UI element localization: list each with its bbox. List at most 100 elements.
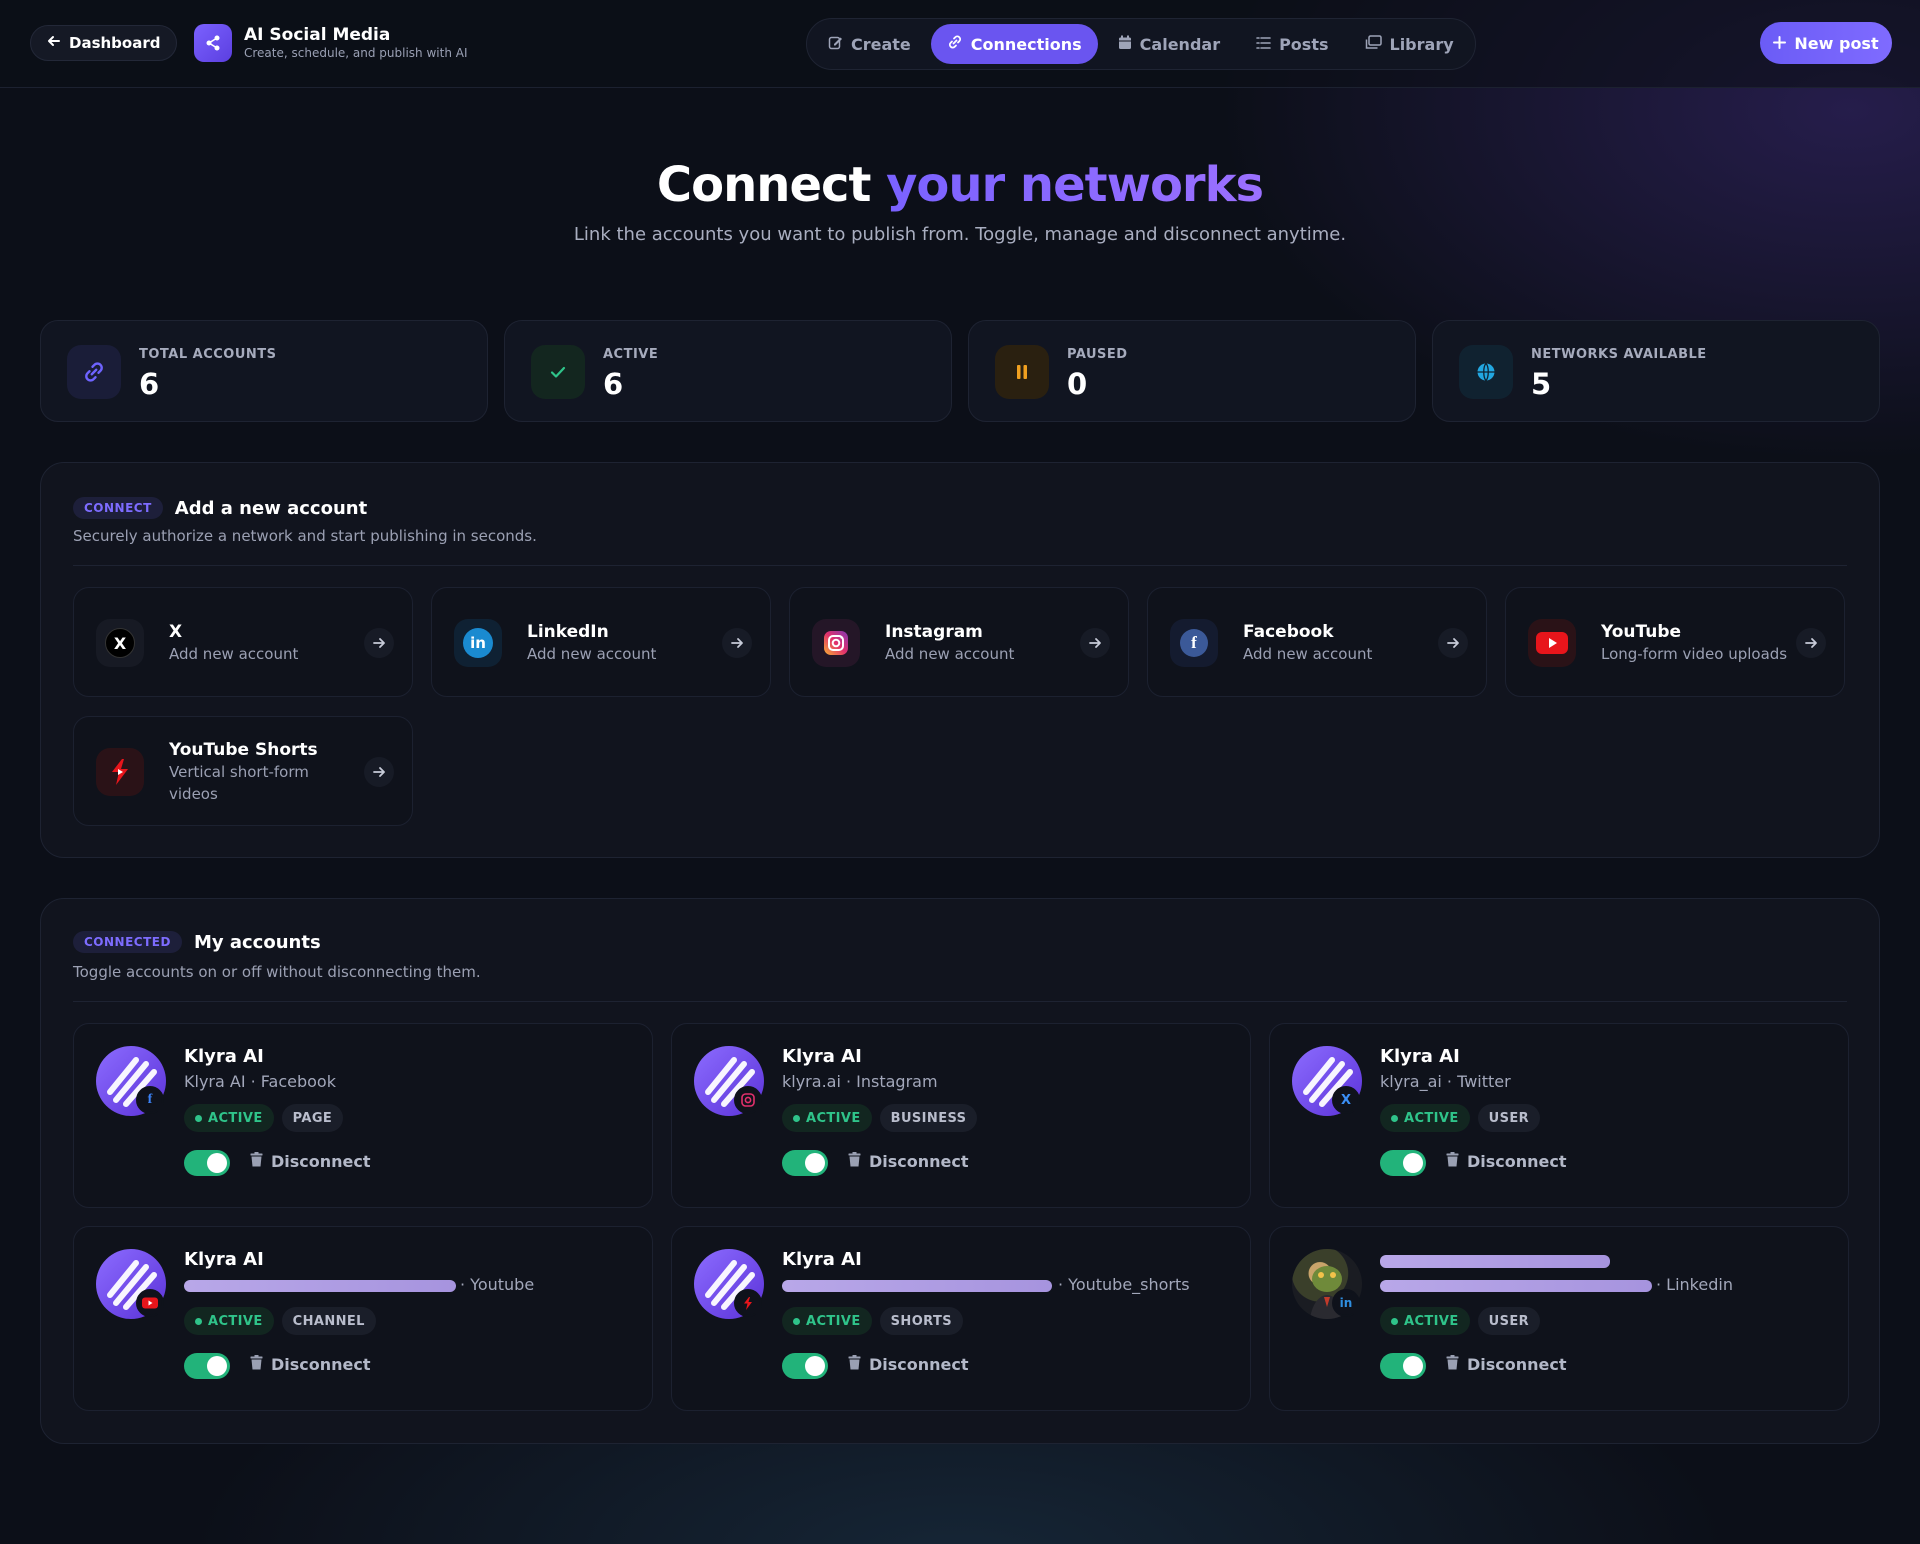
account-card: Klyra AI · Youtube ACTIVE CHANNEL Discon… — [73, 1226, 653, 1411]
connect-instagram-card[interactable]: Instagram Add new account — [789, 587, 1129, 697]
account-name: Klyra AI — [1380, 1046, 1460, 1067]
page-subtitle: Link the accounts you want to publish fr… — [573, 224, 1347, 245]
connect-title: Add a new account — [174, 497, 368, 519]
account-type-badge: BUSINESS — [879, 1104, 978, 1132]
facebook-icon: f — [1170, 619, 1218, 667]
connect-youtube-shorts-card[interactable]: YouTube Shorts Vertical short-form video… — [73, 716, 413, 826]
arrow-left-icon — [47, 34, 61, 52]
arrow-right-icon[interactable] — [1080, 628, 1110, 658]
calendar-icon — [1118, 35, 1132, 54]
account-handle: · Linkedin — [1656, 1275, 1733, 1294]
account-card: X Klyra AI klyra_ai · Twitter ACTIVE USE… — [1269, 1023, 1849, 1208]
tab-posts[interactable]: Posts — [1240, 24, 1344, 64]
account-card: in · Linkedin ACTIVE USER Disconnect — [1269, 1226, 1849, 1411]
arrow-right-icon[interactable] — [1796, 628, 1826, 658]
account-toggle[interactable] — [184, 1353, 230, 1379]
title-start: Connect — [656, 157, 871, 213]
status-badge: ACTIVE — [782, 1104, 872, 1132]
link-icon — [947, 34, 963, 54]
facebook-icon: f — [136, 1086, 164, 1114]
accounts-panel-header: CONNECTED My accounts — [73, 931, 321, 953]
connect-facebook-card[interactable]: f Facebook Add new account — [1147, 587, 1487, 697]
accounts-description: Toggle accounts on or off without discon… — [73, 963, 481, 981]
library-icon — [1365, 34, 1382, 54]
arrow-right-icon[interactable] — [1438, 628, 1468, 658]
stat-value: 6 — [603, 367, 624, 401]
account-name: Klyra AI — [184, 1249, 264, 1270]
title-highlight: your networks — [886, 157, 1264, 213]
tab-library[interactable]: Library — [1349, 24, 1470, 64]
share-icon — [194, 24, 232, 62]
x-icon: X — [96, 619, 144, 667]
redacted-email — [1380, 1280, 1652, 1292]
account-toggle[interactable] — [1380, 1353, 1426, 1379]
tab-posts-label: Posts — [1279, 34, 1329, 54]
disconnect-button[interactable]: Disconnect — [1446, 1355, 1567, 1374]
account-toggle[interactable] — [782, 1353, 828, 1379]
account-toggle[interactable] — [184, 1150, 230, 1176]
disconnect-button[interactable]: Disconnect — [1446, 1152, 1567, 1171]
youtube-icon — [136, 1289, 164, 1317]
tab-connections[interactable]: Connections — [930, 24, 1098, 64]
network-name: Instagram — [885, 622, 983, 642]
connect-linkedin-card[interactable]: in LinkedIn Add new account — [431, 587, 771, 697]
stat-label: PAUSED — [1067, 347, 1128, 362]
status-badge: ACTIVE — [1380, 1307, 1470, 1335]
network-name: YouTube Shorts — [169, 740, 318, 760]
arrow-right-icon[interactable] — [722, 628, 752, 658]
network-description: Add new account — [1243, 645, 1373, 663]
arrow-right-icon[interactable] — [364, 628, 394, 658]
disconnect-label: Disconnect — [1467, 1355, 1567, 1374]
brand: AI Social Media Create, schedule, and pu… — [194, 24, 468, 62]
stat-total-accounts: TOTAL ACCOUNTS 6 — [40, 320, 488, 422]
status-badge: ACTIVE — [184, 1307, 274, 1335]
network-name: LinkedIn — [527, 622, 609, 642]
page-title: Connect your networks — [0, 157, 1920, 213]
instagram-icon — [812, 619, 860, 667]
new-post-button[interactable]: New post — [1760, 22, 1892, 64]
back-label: Dashboard — [69, 34, 161, 52]
tab-calendar[interactable]: Calendar — [1102, 24, 1236, 64]
account-handle: klyra_ai · Twitter — [1380, 1072, 1511, 1091]
stat-label: NETWORKS AVAILABLE — [1531, 347, 1707, 362]
status-badge: ACTIVE — [184, 1104, 274, 1132]
disconnect-button[interactable]: Disconnect — [848, 1152, 969, 1171]
back-to-dashboard-button[interactable]: Dashboard — [30, 25, 178, 61]
connect-x-card[interactable]: X X Add new account — [73, 587, 413, 697]
account-type-badge: PAGE — [281, 1104, 344, 1132]
divider — [73, 565, 1847, 566]
account-card: Klyra AI klyra.ai · Instagram ACTIVE BUS… — [671, 1023, 1251, 1208]
linkedin-icon: in — [454, 619, 502, 667]
stat-paused: PAUSED 0 — [968, 320, 1416, 422]
disconnect-label: Disconnect — [1467, 1152, 1567, 1171]
network-description: Long-form video uploads — [1601, 645, 1788, 663]
arrow-right-icon[interactable] — [364, 757, 394, 787]
disconnect-button[interactable]: Disconnect — [250, 1152, 371, 1171]
disconnect-button[interactable]: Disconnect — [250, 1355, 371, 1374]
youtube-shorts-icon — [96, 748, 144, 796]
globe-icon — [1459, 345, 1513, 399]
connect-youtube-card[interactable]: YouTube Long-form video uploads — [1505, 587, 1845, 697]
tab-calendar-label: Calendar — [1139, 34, 1221, 54]
stat-label: ACTIVE — [603, 347, 659, 362]
tab-connections-label: Connections — [970, 34, 1082, 54]
account-toggle[interactable] — [782, 1150, 828, 1176]
network-description: Add new account — [527, 645, 657, 663]
connect-pill: CONNECT — [73, 497, 163, 519]
account-card: f Klyra AI Klyra AI · Facebook ACTIVE PA… — [73, 1023, 653, 1208]
new-post-label: New post — [1794, 33, 1879, 53]
trash-icon — [1446, 1355, 1459, 1374]
trash-icon — [848, 1355, 861, 1374]
x-icon: X — [1332, 1086, 1360, 1114]
network-description: Vertical short-form videos — [169, 763, 309, 803]
tab-create[interactable]: Create — [812, 24, 927, 64]
link-icon — [67, 345, 121, 399]
edit-icon — [828, 35, 843, 54]
trash-icon — [250, 1152, 263, 1171]
check-icon — [531, 345, 585, 399]
account-handle: klyra.ai · Instagram — [782, 1072, 938, 1091]
disconnect-button[interactable]: Disconnect — [848, 1355, 969, 1374]
account-toggle[interactable] — [1380, 1150, 1426, 1176]
network-name: X — [169, 622, 183, 642]
connect-panel-header: CONNECT Add a new account — [73, 497, 367, 519]
